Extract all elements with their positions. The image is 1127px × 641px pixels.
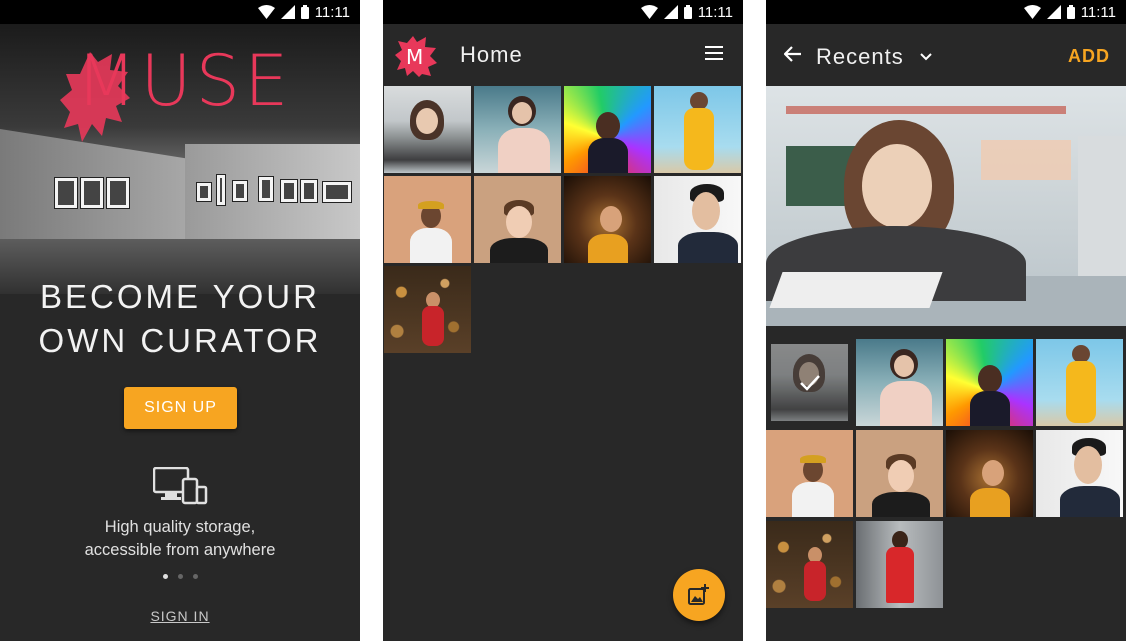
man-cap-photo[interactable] (384, 176, 471, 263)
battery-icon (683, 5, 692, 19)
signal-icon (280, 5, 295, 19)
app-bar: M Home (383, 24, 743, 86)
photo-grid (384, 86, 741, 353)
page-indicator (0, 574, 360, 579)
yellow-outfit-photo[interactable] (654, 86, 741, 173)
yellow-outfit-photo[interactable] (1036, 339, 1123, 426)
page-dot[interactable] (177, 574, 183, 579)
battery-icon (1066, 5, 1075, 19)
photo-picker-grid (766, 339, 1123, 608)
welcome-screen: 11:11 MUSE BECOME YOUR OWN CURATOR SIGN … (0, 0, 360, 641)
girl-studying-photo[interactable] (384, 86, 471, 173)
man-cap-photo[interactable] (766, 430, 853, 517)
wifi-icon (640, 5, 658, 19)
album-title: Recents (816, 44, 904, 69)
feature-line-1: High quality storage, (104, 518, 256, 536)
young-man-photo[interactable] (856, 430, 943, 517)
woman-hair-photo[interactable] (564, 176, 651, 263)
chevron-down-icon (920, 53, 932, 61)
woman-red-coat-photo[interactable] (856, 521, 943, 608)
selected-photo-preview (766, 86, 1126, 326)
woman-laptop-photo[interactable] (856, 339, 943, 426)
colorful-portrait-photo[interactable] (564, 86, 651, 173)
status-time: 11:11 (697, 3, 733, 21)
girl-studying-photo[interactable] (771, 344, 848, 421)
status-bar: 11:11 (383, 0, 743, 24)
status-bar: 11:11 (766, 0, 1126, 24)
check-icon (799, 374, 820, 391)
page-title: Home (460, 42, 523, 67)
status-time: 11:11 (1080, 3, 1116, 21)
app-logo: MUSE (76, 40, 293, 122)
feature-description: High quality storage, accessible from an… (0, 516, 360, 562)
status-bar: 11:11 (0, 0, 360, 24)
page-dot[interactable] (192, 574, 198, 579)
woman-bokeh-photo[interactable] (384, 266, 471, 353)
battery-icon (300, 5, 309, 19)
home-screen: 11:11 M Home (383, 0, 743, 641)
devices-icon (153, 467, 208, 505)
signal-icon (1046, 5, 1061, 19)
feature-line-2: accessible from anywhere (84, 541, 276, 559)
menu-icon[interactable] (705, 46, 723, 60)
woman-hair-photo[interactable] (946, 430, 1033, 517)
add-photo-icon (688, 584, 709, 605)
woman-laptop-photo[interactable] (474, 86, 561, 173)
selected-overlay (771, 344, 848, 421)
signal-icon (663, 5, 678, 19)
wifi-icon (1023, 5, 1041, 19)
add-photo-button[interactable] (673, 569, 725, 621)
wifi-icon (257, 5, 275, 19)
album-selector[interactable]: Recents (816, 44, 932, 70)
man-portrait-photo[interactable] (654, 176, 741, 263)
colorful-portrait-photo[interactable] (946, 339, 1033, 426)
sign-up-button[interactable]: SIGN UP (124, 387, 237, 429)
sign-in-link[interactable]: SIGN IN (0, 608, 360, 624)
arrow-back-icon[interactable] (784, 46, 802, 62)
add-button[interactable]: ADD (1068, 46, 1110, 67)
woman-bokeh-photo[interactable] (766, 521, 853, 608)
svg-text:M: M (406, 45, 423, 69)
page-dot[interactable] (162, 574, 168, 579)
muse-logo-icon[interactable]: M (395, 35, 437, 77)
app-bar: Recents ADD (766, 24, 1126, 86)
headline-line-2: OWN CURATOR (38, 322, 322, 359)
headline-line-1: BECOME YOUR (40, 278, 320, 315)
young-man-photo[interactable] (474, 176, 561, 263)
man-portrait-photo[interactable] (1036, 430, 1123, 517)
recents-picker-screen: 11:11 Recents ADD (766, 0, 1126, 641)
status-time: 11:11 (314, 3, 350, 21)
